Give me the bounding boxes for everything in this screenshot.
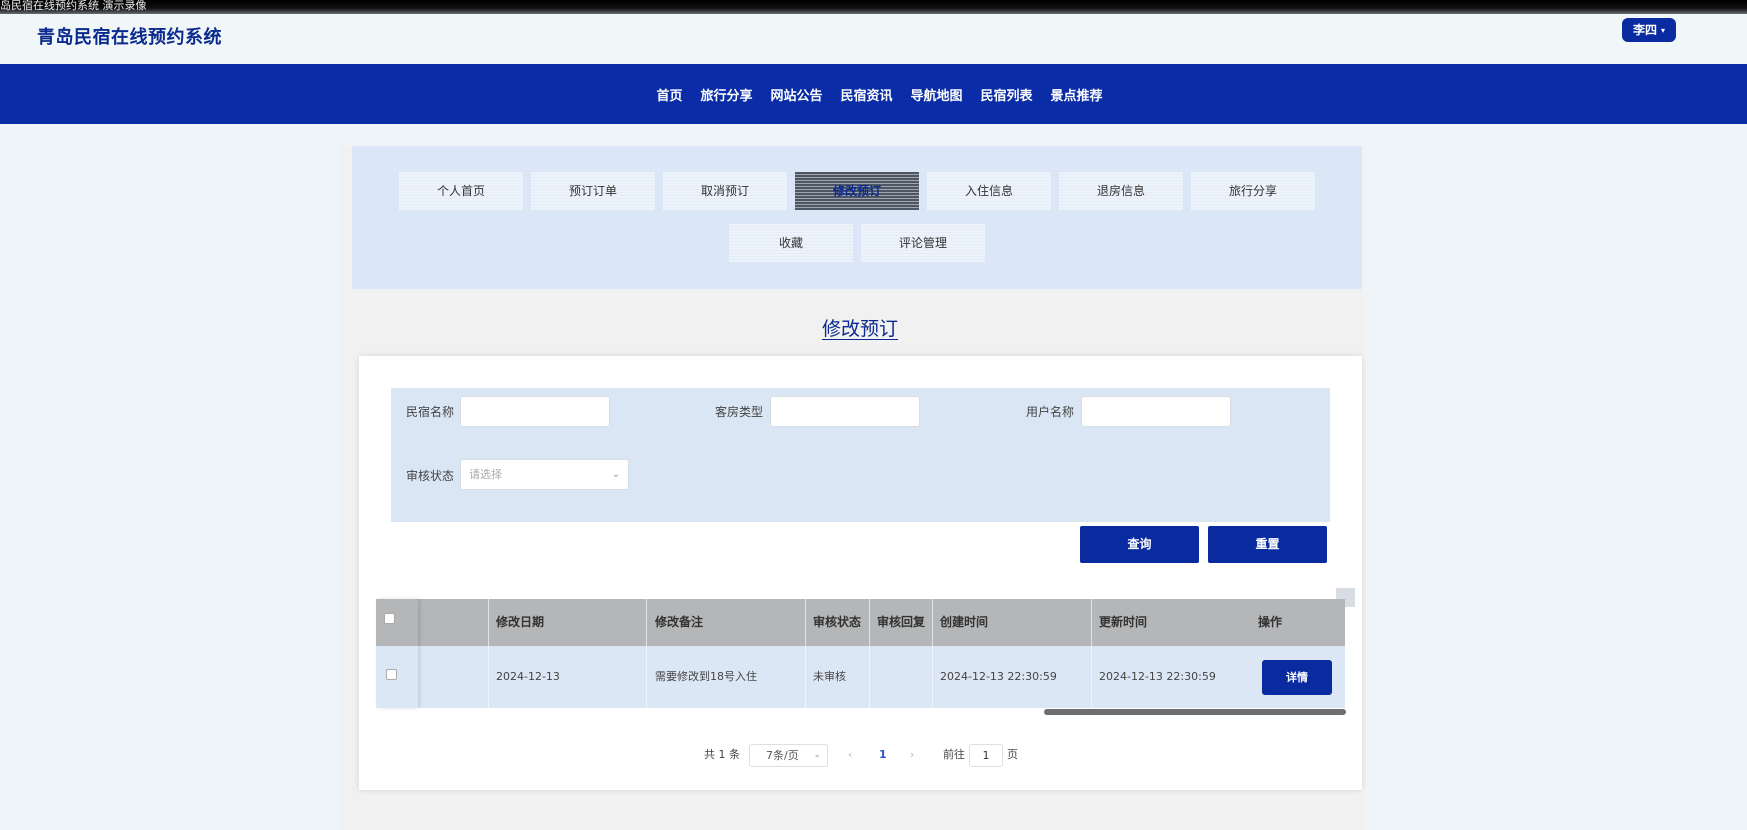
username-label: 用户名称 (1026, 405, 1075, 419)
tab-profile[interactable]: 个人首页 (399, 172, 523, 210)
header-modify-date: 修改日期 (496, 615, 545, 629)
nav-home[interactable]: 首页 (656, 85, 682, 104)
nav-attractions[interactable]: 景点推荐 (1051, 85, 1103, 104)
user-center-tabs (352, 146, 1362, 289)
pagination-total: 共 1 条 (704, 748, 740, 761)
column-divider (805, 599, 806, 708)
nav-map[interactable]: 导航地图 (911, 85, 963, 104)
status-select[interactable]: 请选择 ⌄ (460, 459, 629, 490)
site-header: 青岛民宿在线预约系统 李四 ▾ (0, 14, 1747, 64)
current-page-number[interactable]: 1 (879, 744, 887, 766)
column-divider (869, 599, 870, 708)
table-horizontal-scrollbar[interactable] (1044, 709, 1346, 715)
tab-cancel-booking[interactable]: 取消预订 (663, 172, 787, 210)
tab-orders[interactable]: 预订订单 (531, 172, 655, 210)
cell-created: 2024-12-13 22:30:59 (940, 670, 1057, 683)
recording-banner: 岛民宿在线预约系统 演示录像 (0, 0, 147, 12)
page-title: 修改预订 (821, 318, 898, 340)
tab-checkin-info[interactable]: 入住信息 (927, 172, 1051, 210)
user-menu-button[interactable]: 李四 ▾ (1622, 18, 1676, 42)
reset-button[interactable]: 重置 (1208, 526, 1327, 563)
tab-comments[interactable]: 评论管理 (861, 224, 985, 262)
status-placeholder: 请选择 (469, 468, 502, 481)
chevron-down-icon: ⌄ (813, 750, 821, 760)
goto-page-input[interactable]: 1 (969, 744, 1003, 767)
tab-travel-share[interactable]: 旅行分享 (1191, 172, 1315, 210)
tab-modify-booking[interactable]: 修改预订 (795, 172, 919, 210)
column-divider (932, 599, 933, 708)
detail-button[interactable]: 详情 (1262, 660, 1332, 695)
chevron-down-icon: ⌄ (611, 469, 620, 480)
page-size-select[interactable]: 7条/页 ⌄ (749, 744, 828, 767)
row-checkbox[interactable] (386, 669, 397, 680)
header-remark: 修改备注 (655, 615, 704, 629)
main-nav: 首页 旅行分享 网站公告 民宿资讯 导航地图 民宿列表 景点推荐 (0, 64, 1747, 124)
header-action: 操作 (1258, 615, 1283, 629)
site-title[interactable]: 青岛民宿在线预约系统 (37, 23, 222, 49)
cell-modify-date: 2024-12-13 (496, 670, 560, 683)
column-divider (488, 599, 489, 708)
bookings-table: 修改日期 修改备注 审核状态 审核回复 创建时间 更新时间 操作 2024-12… (376, 599, 1345, 709)
username-input[interactable] (1081, 396, 1231, 427)
nav-homestay-list[interactable]: 民宿列表 (981, 85, 1033, 104)
cell-remark: 需要修改到18号入住 (655, 670, 757, 683)
tab-favorites[interactable]: 收藏 (729, 224, 853, 262)
select-all-checkbox[interactable] (384, 613, 395, 624)
cell-updated: 2024-12-13 22:30:59 (1099, 670, 1216, 683)
homestay-name-label: 民宿名称 (406, 405, 455, 419)
page-suffix: 页 (1007, 748, 1018, 761)
room-type-label: 客房类型 (715, 405, 764, 419)
header-reply: 审核回复 (877, 615, 926, 629)
prev-page-icon[interactable]: ‹ (848, 744, 852, 766)
column-divider (646, 599, 647, 708)
header-created[interactable]: 创建时间 (940, 599, 988, 646)
header-status: 审核状态 (813, 615, 862, 629)
next-page-icon[interactable]: › (910, 744, 914, 766)
query-button[interactable]: 查询 (1080, 526, 1199, 563)
nav-announcements[interactable]: 网站公告 (770, 85, 822, 104)
tab-checkout-info[interactable]: 退房信息 (1059, 172, 1183, 210)
nav-homestay-news[interactable]: 民宿资讯 (840, 85, 892, 104)
goto-label: 前往 (943, 748, 965, 761)
sticky-select-column (376, 599, 418, 708)
caret-down-icon: ▾ (1661, 25, 1666, 35)
recording-strip: 岛民宿在线预约系统 演示录像 (0, 0, 1747, 14)
user-name: 李四 (1632, 23, 1657, 37)
status-label: 审核状态 (406, 469, 455, 483)
column-divider (1091, 599, 1092, 708)
nav-travel-share[interactable]: 旅行分享 (700, 85, 752, 104)
page-size-value: 7条/页 (766, 749, 799, 762)
cell-status: 未审核 (813, 670, 846, 683)
room-type-input[interactable] (770, 396, 920, 427)
homestay-name-input[interactable] (460, 396, 610, 427)
header-updated[interactable]: 更新时间 (1099, 599, 1147, 646)
